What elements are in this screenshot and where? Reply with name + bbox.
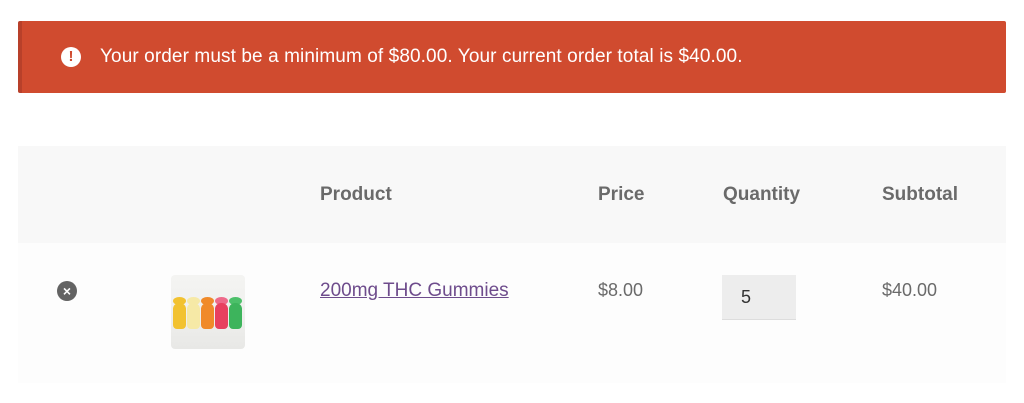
product-name-link[interactable]: 200mg THC Gummies [320,280,509,302]
cart-page: ! Your order must be a minimum of $80.00… [0,0,1024,403]
exclamation-icon: ! [61,47,81,67]
notice-message: Your order must be a minimum of $80.00. … [100,46,743,67]
quantity-input[interactable] [722,275,796,320]
cart-table: Product Price Quantity Subtotal × 200mg … [18,146,1006,383]
product-price: $8.00 [598,280,644,300]
cart-table-header: Product Price Quantity Subtotal [18,146,1006,243]
table-row: × 200mg THC Gummies $8.00 $40.00 [18,243,1006,383]
product-subtotal: $40.00 [882,280,938,300]
column-header-quantity: Quantity [723,184,801,205]
column-header-subtotal: Subtotal [882,184,958,205]
product-thumbnail[interactable] [171,275,245,349]
column-header-product: Product [320,184,392,205]
column-header-price: Price [598,184,645,205]
error-notice: ! Your order must be a minimum of $80.00… [18,21,1006,93]
remove-icon[interactable]: × [57,281,77,301]
